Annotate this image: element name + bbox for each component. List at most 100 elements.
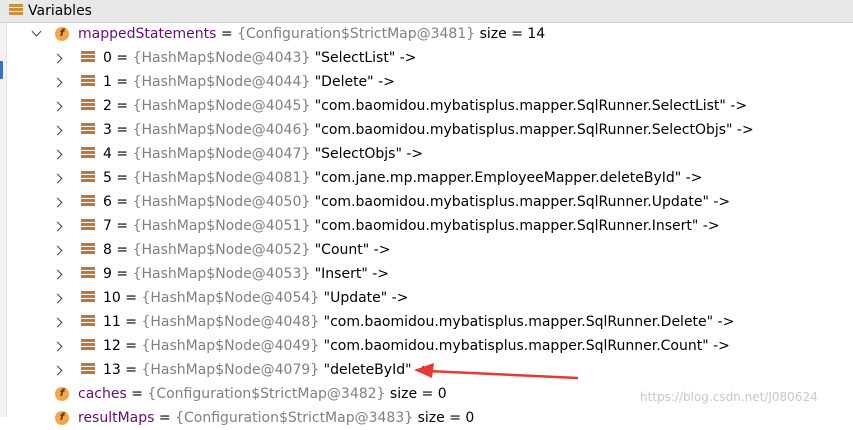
tree-row-label: caches = {Configuration$StrictMap@3482} … xyxy=(78,382,447,406)
chevron-right-icon[interactable] xyxy=(52,77,63,88)
entry-value: "SelectList" -> xyxy=(314,50,417,66)
entry-value: "com.baomidou.mybatisplus.mapper.SqlRunn… xyxy=(323,314,735,330)
tree-row-label: mappedStatements = {Configuration$Strict… xyxy=(78,22,545,46)
chevron-down-icon[interactable] xyxy=(31,26,42,37)
entry-value: "com.baomidou.mybatisplus.mapper.SqlRunn… xyxy=(323,338,730,354)
entry-key: 0 xyxy=(103,50,112,66)
entry-reference: {HashMap$Node@4044} xyxy=(132,74,311,90)
chevron-right-icon[interactable] xyxy=(52,173,63,184)
object-reference: {Configuration$StrictMap@3481} xyxy=(237,26,476,42)
map-entry-label: 12 = {HashMap$Node@4049} "com.baomidou.m… xyxy=(103,334,730,358)
entry-reference: {HashMap$Node@4048} xyxy=(141,314,320,330)
equals-sign: = xyxy=(111,266,133,282)
entry-key: 11 xyxy=(103,314,121,330)
equals-sign: = xyxy=(111,194,133,210)
map-entry-row[interactable]: 0 = {HashMap$Node@4043} "SelectList" -> xyxy=(0,46,853,70)
field-name: mappedStatements xyxy=(78,26,217,42)
chevron-right-icon[interactable] xyxy=(52,125,63,136)
map-entry-label: 5 = {HashMap$Node@4081} "com.jane.mp.map… xyxy=(103,166,702,190)
chevron-right-icon[interactable] xyxy=(52,365,63,376)
entry-value: "com.baomidou.mybatisplus.mapper.SqlRunn… xyxy=(314,194,731,210)
map-entry-row[interactable]: 9 = {HashMap$Node@4053} "Insert" -> xyxy=(0,262,853,286)
map-entry-icon xyxy=(81,363,95,377)
entry-reference: {HashMap$Node@4049} xyxy=(141,338,320,354)
chevron-right-icon[interactable] xyxy=(52,197,63,208)
map-entry-icon xyxy=(81,51,95,65)
entry-value: "com.baomidou.mybatisplus.mapper.SqlRunn… xyxy=(314,218,720,234)
map-entry-row[interactable]: 11 = {HashMap$Node@4048} "com.baomidou.m… xyxy=(0,310,853,334)
size-label: size = 14 xyxy=(479,26,546,42)
entry-reference: {HashMap$Node@4052} xyxy=(132,242,311,258)
chevron-right-icon[interactable] xyxy=(52,245,63,256)
map-entry-row[interactable]: 4 = {HashMap$Node@4047} "SelectObjs" -> xyxy=(0,142,853,166)
entry-value: "com.baomidou.mybatisplus.mapper.SqlRunn… xyxy=(314,98,748,114)
chevron-right-icon[interactable] xyxy=(52,221,63,232)
entry-key: 5 xyxy=(103,170,112,186)
variables-icon xyxy=(9,4,23,18)
map-entry-row[interactable]: 7 = {HashMap$Node@4051} "com.baomidou.my… xyxy=(0,214,853,238)
tree-row-result-maps[interactable]: f resultMaps = {Configuration$StrictMap@… xyxy=(0,406,853,430)
map-entry-label: 3 = {HashMap$Node@4046} "com.baomidou.my… xyxy=(103,118,754,142)
map-entry-row[interactable]: 1 = {HashMap$Node@4044} "Delete" -> xyxy=(0,70,853,94)
map-entry-row[interactable]: 8 = {HashMap$Node@4052} "Count" -> xyxy=(0,238,853,262)
chevron-right-icon[interactable] xyxy=(52,293,63,304)
equals-sign: = xyxy=(111,122,133,138)
entry-reference: {HashMap$Node@4045} xyxy=(132,98,311,114)
tree-row-mapped-statements[interactable]: f mappedStatements = {Configuration$Stri… xyxy=(0,22,853,46)
map-entry-row[interactable]: 2 = {HashMap$Node@4045} "com.baomidou.my… xyxy=(0,94,853,118)
map-entry-icon xyxy=(81,339,95,353)
map-entry-icon xyxy=(81,171,95,185)
chevron-right-icon[interactable] xyxy=(52,101,63,112)
entry-key: 8 xyxy=(103,242,112,258)
map-entry-icon xyxy=(81,195,95,209)
chevron-right-icon[interactable] xyxy=(52,317,63,328)
map-entry-label: 4 = {HashMap$Node@4047} "SelectObjs" -> xyxy=(103,142,423,166)
chevron-right-icon[interactable] xyxy=(52,53,63,64)
entry-reference: {HashMap$Node@4051} xyxy=(132,218,311,234)
entry-key: 1 xyxy=(103,74,112,90)
map-entry-row[interactable]: 5 = {HashMap$Node@4081} "com.jane.mp.map… xyxy=(0,166,853,190)
map-entry-icon xyxy=(81,123,95,137)
map-entry-row[interactable]: 6 = {HashMap$Node@4050} "com.baomidou.my… xyxy=(0,190,853,214)
map-entry-label: 13 = {HashMap$Node@4079} "deleteById" -> xyxy=(103,358,433,382)
equals-sign: = xyxy=(120,362,142,378)
object-reference: {Configuration$StrictMap@3483} xyxy=(175,410,414,426)
entry-key: 3 xyxy=(103,122,112,138)
map-entry-icon xyxy=(81,99,95,113)
entry-value: "com.baomidou.mybatisplus.mapper.SqlRunn… xyxy=(314,122,754,138)
entry-value: "SelectObjs" -> xyxy=(314,146,424,162)
field-icon: f xyxy=(55,411,69,425)
field-name: caches xyxy=(78,386,127,402)
entry-key: 13 xyxy=(103,362,121,378)
map-entry-row[interactable]: 12 = {HashMap$Node@4049} "com.baomidou.m… xyxy=(0,334,853,358)
chevron-right-icon[interactable] xyxy=(52,269,63,280)
map-entry-label: 1 = {HashMap$Node@4044} "Delete" -> xyxy=(103,70,395,94)
size-label: size = 0 xyxy=(389,386,447,402)
entry-reference: {HashMap$Node@4043} xyxy=(132,50,311,66)
map-entry-row[interactable]: 10 = {HashMap$Node@4054} "Update" -> xyxy=(0,286,853,310)
annotation-arrow-shaft xyxy=(427,369,579,380)
chevron-right-icon[interactable] xyxy=(52,341,63,352)
equals-sign: = xyxy=(111,146,133,162)
map-entry-icon xyxy=(81,267,95,281)
entry-reference: {HashMap$Node@4050} xyxy=(132,194,311,210)
map-entry-label: 11 = {HashMap$Node@4048} "com.baomidou.m… xyxy=(103,310,734,334)
equals-sign: = xyxy=(131,386,148,402)
watermark: https://blog.csdn.net/J080624 xyxy=(640,390,818,404)
field-name: resultMaps xyxy=(78,410,155,426)
entry-key: 10 xyxy=(103,290,121,306)
entry-key: 4 xyxy=(103,146,112,162)
equals-sign: = xyxy=(111,50,133,66)
entry-value: "Delete" -> xyxy=(314,74,395,90)
map-entry-row[interactable]: 3 = {HashMap$Node@4046} "com.baomidou.my… xyxy=(0,118,853,142)
chevron-right-icon[interactable] xyxy=(52,149,63,160)
panel-title: Variables xyxy=(28,3,92,19)
entry-reference: {HashMap$Node@4046} xyxy=(132,122,311,138)
map-entry-label: 0 = {HashMap$Node@4043} "SelectList" -> xyxy=(103,46,417,70)
map-entry-label: 9 = {HashMap$Node@4053} "Insert" -> xyxy=(103,262,389,286)
entry-reference: {HashMap$Node@4047} xyxy=(132,146,311,162)
equals-sign: = xyxy=(111,242,133,258)
map-entry-icon xyxy=(81,219,95,233)
field-icon: f xyxy=(55,387,69,401)
entry-value: "Insert" -> xyxy=(314,266,389,282)
